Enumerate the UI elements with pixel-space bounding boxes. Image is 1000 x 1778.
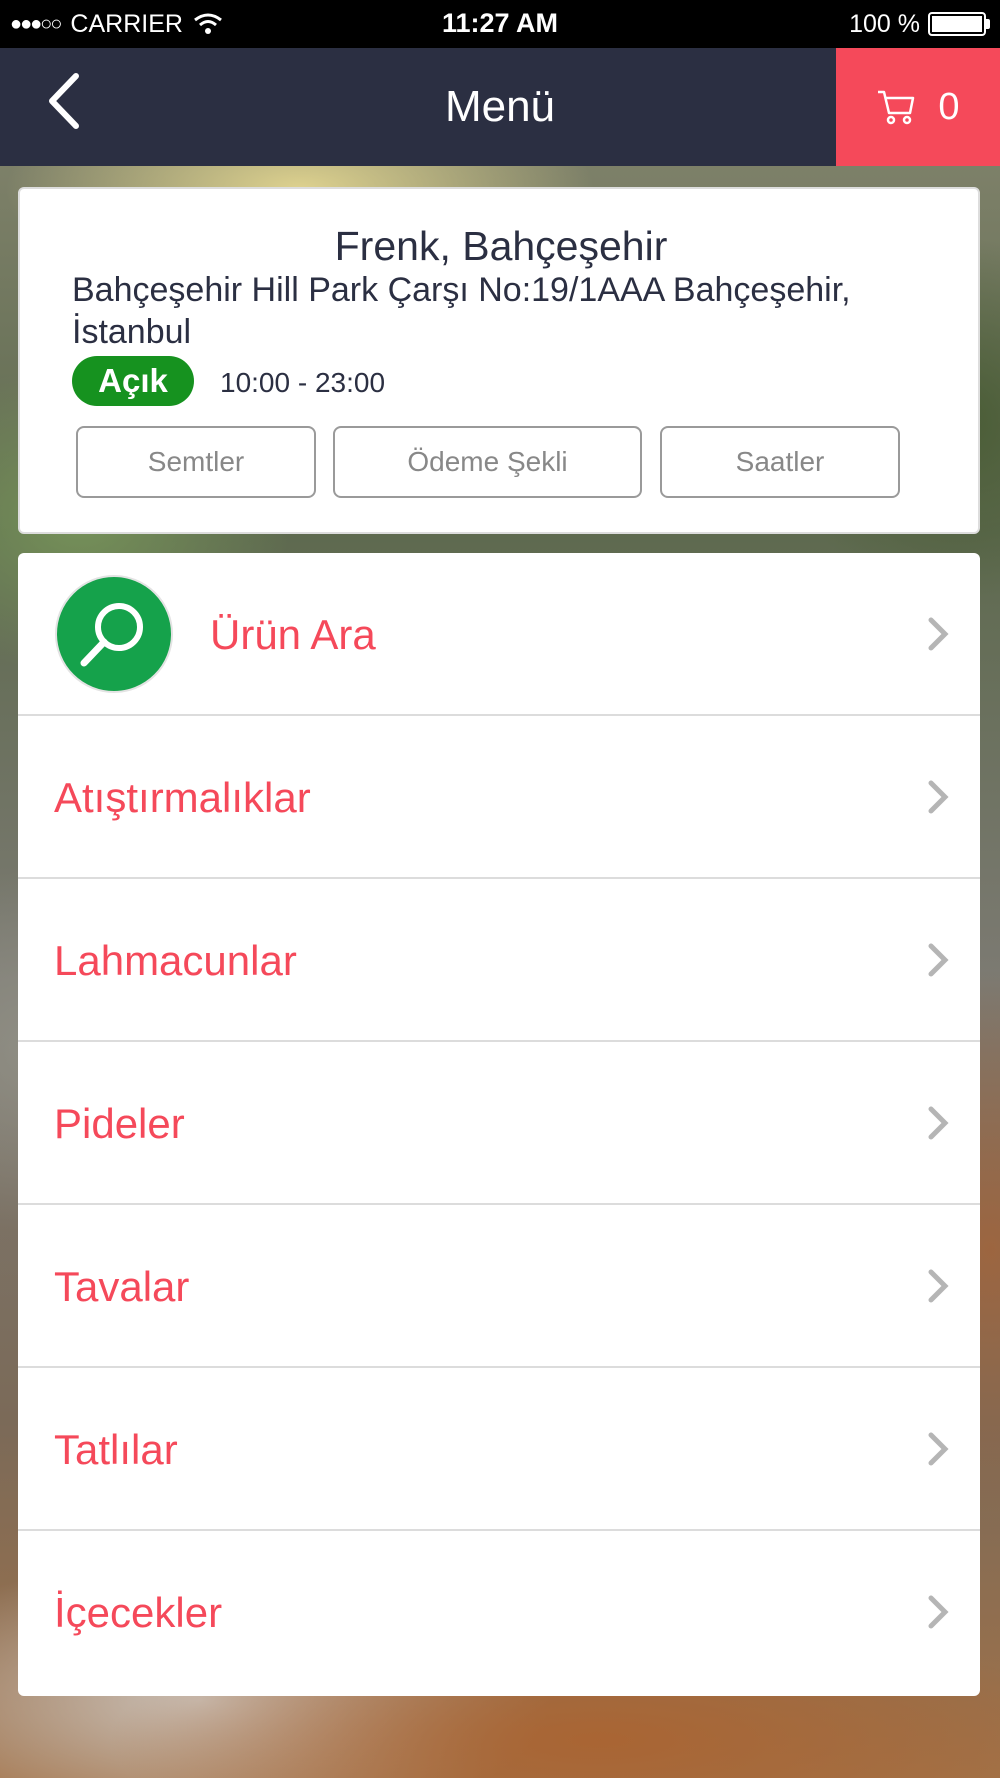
menu-category-item[interactable]: Pideler xyxy=(18,1042,980,1205)
cart-count: 0 xyxy=(938,85,960,128)
battery-percent: 100 % xyxy=(849,9,920,38)
status-right: 100 % xyxy=(849,0,990,48)
nav-bar: Menü 0 xyxy=(0,48,1000,166)
opening-hours: 10:00 - 23:00 xyxy=(220,367,386,398)
chevron-right-icon xyxy=(928,1595,949,1629)
hours-button[interactable]: Saatler xyxy=(660,426,900,498)
cart-button[interactable]: 0 xyxy=(836,48,1000,166)
category-label: Lahmacunlar xyxy=(54,937,297,984)
product-search-label: Ürün Ara xyxy=(210,611,376,658)
search-icon xyxy=(55,575,173,693)
menu-category-item[interactable]: Tatlılar xyxy=(18,1368,980,1531)
status-badge: Açık xyxy=(72,356,194,406)
payment-method-button[interactable]: Ödeme Şekli xyxy=(333,426,642,498)
chevron-right-icon xyxy=(928,943,949,977)
product-search-item[interactable]: Ürün Ara xyxy=(18,553,980,716)
cart-icon xyxy=(878,90,915,125)
category-label: İçecekler xyxy=(54,1589,223,1636)
restaurant-name: Frenk, Bahçeşehir xyxy=(334,223,668,269)
chevron-right-icon xyxy=(928,1269,949,1303)
chevron-right-icon xyxy=(928,617,949,651)
menu-category-item[interactable]: Lahmacunlar xyxy=(18,879,980,1042)
districts-button[interactable]: Semtler xyxy=(76,426,316,498)
chevron-right-icon xyxy=(928,1432,949,1466)
category-label: Tatlılar xyxy=(54,1426,178,1473)
chevron-right-icon xyxy=(928,780,949,814)
menu-category-list: Ürün Ara Atıştırmalıklar Lahmacunlar Pid… xyxy=(18,553,980,1696)
category-label: Pideler xyxy=(54,1100,185,1147)
status-bar: ●●●○○ CARRIER 11:27 AM 100 % xyxy=(0,0,1000,48)
category-label: Tavalar xyxy=(54,1263,190,1310)
restaurant-address: Bahçeşehir Hill Park Çarşı No:19/1AAA Ba… xyxy=(72,271,851,351)
category-label: Atıştırmalıklar xyxy=(54,774,311,821)
menu-category-item[interactable]: İçecekler xyxy=(18,1531,980,1694)
restaurant-info-card: Frenk, Bahçeşehir Bahçeşehir Hill Park Ç… xyxy=(18,187,980,534)
chevron-right-icon xyxy=(928,1106,949,1140)
battery-icon xyxy=(928,12,990,36)
menu-category-item[interactable]: Atıştırmalıklar xyxy=(18,716,980,879)
menu-category-item[interactable]: Tavalar xyxy=(18,1205,980,1368)
